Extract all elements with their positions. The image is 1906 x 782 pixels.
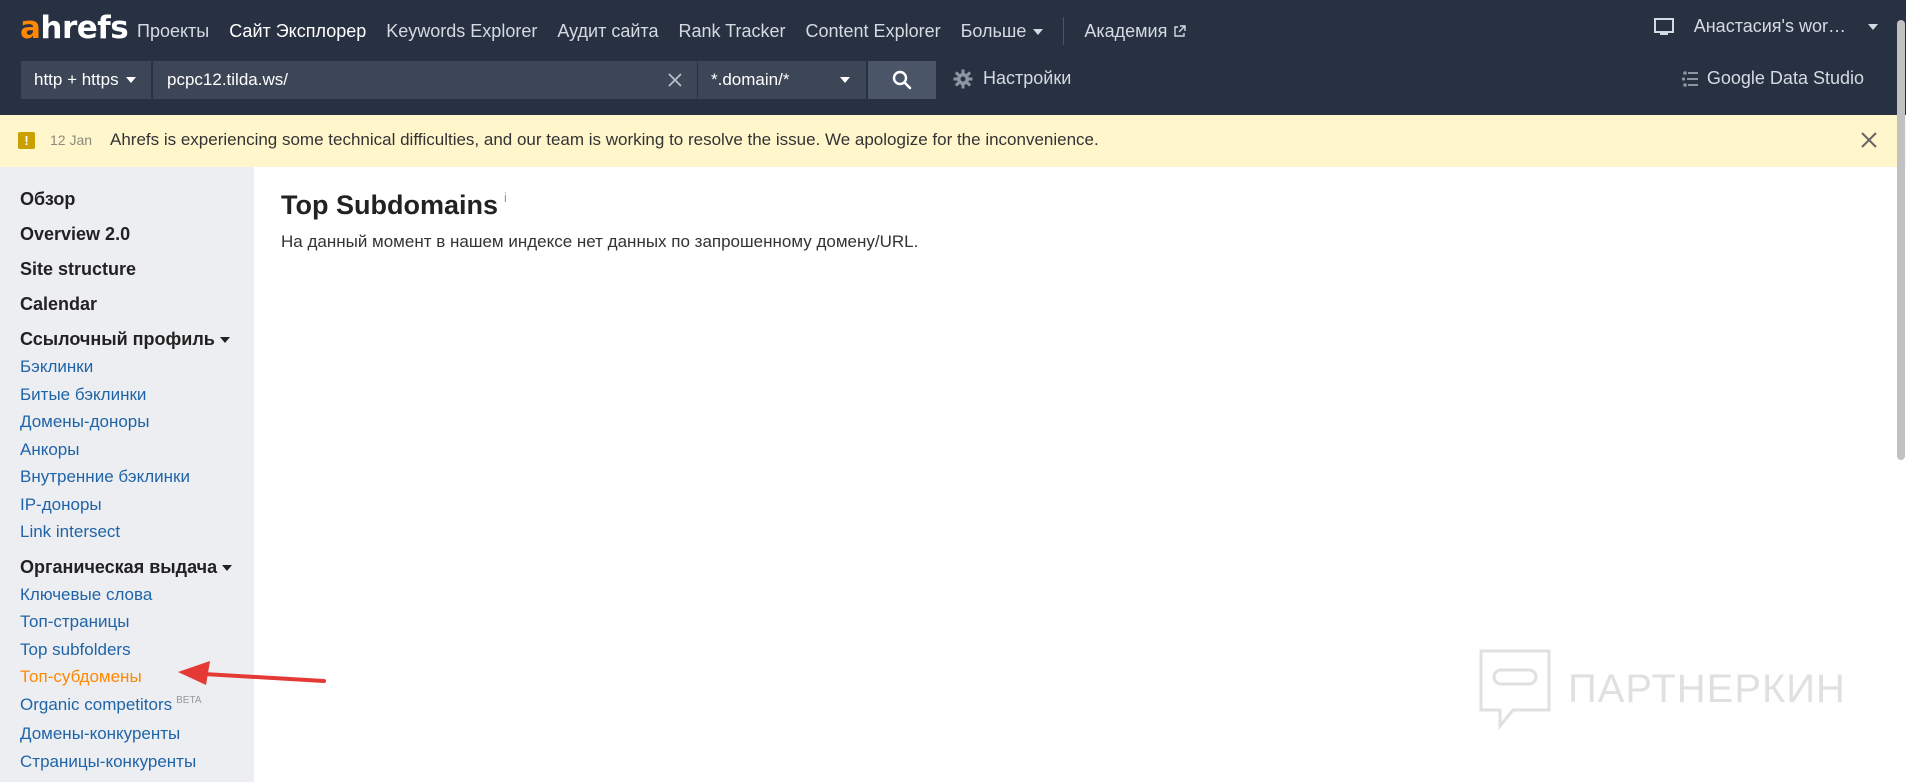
nav-rank-tracker[interactable]: Rank Tracker: [678, 21, 785, 42]
nav-divider: [1063, 17, 1065, 45]
annotation-arrow: [178, 661, 326, 685]
sidebar-item-anchors[interactable]: Анкоры: [20, 440, 79, 460]
sidebar-item-backlinks[interactable]: Бэклинки: [20, 357, 93, 377]
watermark-logo-icon: [1479, 649, 1551, 730]
external-link-icon: [1174, 24, 1187, 37]
ahrefs-logo[interactable]: ahrefs: [20, 10, 129, 46]
alert-message: Ahrefs is experiencing some technical di…: [110, 130, 1099, 149]
nav-content-explorer[interactable]: Content Explorer: [806, 21, 941, 42]
top-navigation: ahrefs Проекты Сайт Эксплорер Keywords E…: [0, 0, 1906, 115]
sidebar-item-referring-domains[interactable]: Домены-доноры: [20, 412, 149, 432]
gear-icon: [953, 69, 973, 88]
search-icon: [892, 70, 912, 90]
chevron-down-icon[interactable]: [1868, 23, 1878, 30]
main-menu: Проекты Сайт Эксплорер Keywords Explorer…: [137, 17, 1206, 45]
info-icon[interactable]: i: [504, 190, 507, 205]
search-button[interactable]: [868, 61, 936, 99]
watermark-text: ПАРТНЕРКИН: [1568, 666, 1846, 711]
empty-state-message: На данный момент в нашем индексе нет дан…: [281, 232, 919, 251]
system-alert-banner: ! 12 Jan Ahrefs is experiencing some tec…: [0, 115, 1906, 167]
chevron-down-icon: [1033, 28, 1044, 35]
sidebar-item-broken-backlinks[interactable]: Битые бэклинки: [20, 385, 146, 405]
nav-site-explorer[interactable]: Сайт Эксплорер: [229, 21, 366, 42]
nav-projects[interactable]: Проекты: [137, 21, 209, 42]
sidebar-item-top-subfolders[interactable]: Top subfolders: [20, 640, 131, 660]
mode-select[interactable]: *.domain/*: [698, 61, 866, 99]
protocol-select[interactable]: http + https: [21, 61, 152, 99]
nav-more-dropdown[interactable]: Больше: [961, 21, 1044, 42]
sidebar-item-overview[interactable]: Обзор: [20, 189, 75, 210]
sidebar-item-competing-domains[interactable]: Домены-конкуренты: [20, 724, 180, 744]
google-data-studio-button[interactable]: Google Data Studio: [1681, 68, 1864, 89]
chevron-down-icon: [125, 77, 136, 83]
url-field-wrapper: [153, 61, 697, 99]
clear-icon[interactable]: [667, 72, 683, 88]
sidebar-item-referring-ips[interactable]: IP-доноры: [20, 495, 102, 515]
chevron-down-icon: [222, 565, 233, 572]
nav-academy[interactable]: Академия: [1084, 21, 1187, 42]
nav-site-audit[interactable]: Аудит сайта: [557, 21, 658, 42]
watermark: ПАРТНЕРКИН: [1478, 648, 1846, 730]
nav-keywords-explorer[interactable]: Keywords Explorer: [386, 21, 537, 42]
warning-icon: !: [18, 132, 35, 149]
page-title: Top Subdomains i: [281, 190, 507, 220]
url-input[interactable]: [167, 70, 647, 90]
sidebar-item-top-subdomains[interactable]: Топ-субдомены: [20, 667, 142, 687]
user-menu[interactable]: Анастасия's wor…: [1653, 16, 1878, 37]
chevron-down-icon: [219, 337, 230, 344]
monitor-icon[interactable]: [1653, 17, 1674, 36]
chevron-down-icon: [840, 77, 850, 83]
sidebar-item-overview-2[interactable]: Overview 2.0: [20, 224, 130, 245]
beta-badge: BETA: [176, 695, 202, 706]
scrollbar[interactable]: [1897, 20, 1905, 460]
sidebar-item-site-structure[interactable]: Site structure: [20, 259, 136, 280]
workspace-name[interactable]: Анастасия's wor…: [1694, 16, 1846, 37]
sidebar-section-backlink-profile[interactable]: Ссылочный профиль: [20, 329, 230, 350]
sidebar-item-top-pages[interactable]: Топ-страницы: [20, 612, 129, 632]
sidebar-item-organic-keywords[interactable]: Ключевые слова: [20, 585, 152, 605]
alert-date: 12 Jan: [50, 132, 93, 148]
sidebar-item-internal-backlinks[interactable]: Внутренние бэклинки: [20, 467, 190, 487]
close-icon[interactable]: [1860, 131, 1878, 149]
sidebar-item-link-intersect[interactable]: Link intersect: [20, 522, 120, 542]
settings-button[interactable]: Настройки: [953, 68, 1071, 89]
sidebar-item-organic-competitors[interactable]: Organic competitors BETA: [20, 695, 202, 715]
sidebar-item-competing-pages[interactable]: Страницы-конкуренты: [20, 752, 196, 772]
sidebar-section-organic[interactable]: Органическая выдача: [20, 557, 233, 578]
data-studio-icon: [1681, 70, 1698, 87]
sidebar-item-calendar[interactable]: Calendar: [20, 294, 97, 315]
